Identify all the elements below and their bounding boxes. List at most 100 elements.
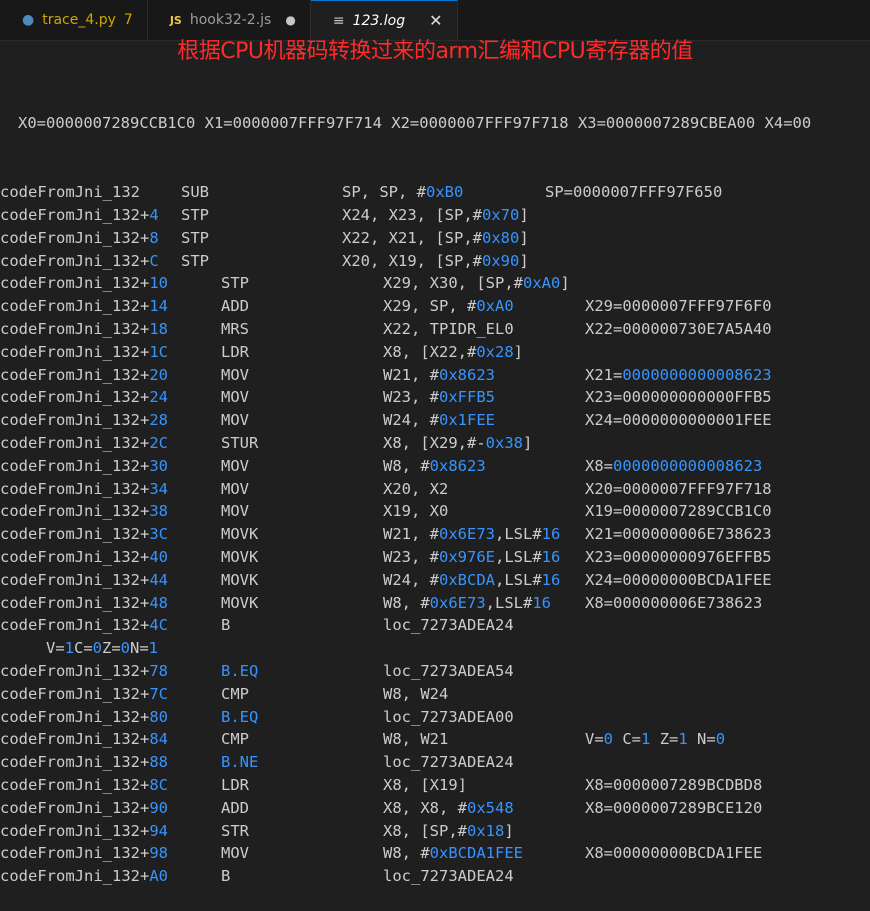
opcode: STP <box>221 274 249 293</box>
trace-line: codeFromJni_132+1C LDR X8, [X22,#0x28] <box>0 341 870 364</box>
function-offset: codeFromJni_132+48 <box>0 593 168 612</box>
offset-value: 8 <box>149 228 159 247</box>
opcode: LDR <box>221 775 249 794</box>
opcode: STUR <box>221 433 259 452</box>
function-offset: codeFromJni_132+44 <box>0 570 168 589</box>
function-offset: codeFromJni_132+C <box>0 251 159 270</box>
close-icon[interactable]: ✕ <box>429 11 442 30</box>
offset-value: 2C <box>149 433 168 452</box>
opcode: STR <box>221 821 249 840</box>
trace-line: codeFromJni_132+28 MOV W24, #0x1FEE X24=000… <box>0 409 870 432</box>
function-offset: codeFromJni_132+4C <box>0 616 168 635</box>
opcode: B.EQ <box>221 707 259 726</box>
trace-line: codeFromJni_132+40 MOVK W23, #0x976E,LSL#1… <box>0 546 870 569</box>
trace-line: codeFromJni_132+4C Bloc_7273ADEA24 <box>0 614 870 637</box>
immediate-value: 0x18 <box>467 821 505 840</box>
register-result: X8=000000006E738623 <box>585 593 763 612</box>
opcode: MOV <box>221 365 249 384</box>
flag-value: 1 <box>64 639 75 658</box>
opcode: SUB <box>181 183 209 202</box>
trace-line: codeFromJni_132+30 MOV W8, #0x8623 X8=00000… <box>0 455 870 478</box>
result-value: 0000000000008623 <box>613 456 763 475</box>
trace-line: codeFromJni_132+7C CMP W8, W24 <box>0 683 870 706</box>
register-result: X8=0000007289BCDBD8 <box>585 775 763 794</box>
operands: W23, #0xFFB5 <box>383 388 495 407</box>
opcode: MOV <box>221 844 249 863</box>
offset-value: 24 <box>149 388 168 407</box>
function-offset: codeFromJni_132+90 <box>0 798 168 817</box>
offset-value: 98 <box>149 844 168 863</box>
trace-line: codeFromJni_132+8C LDR X8, [X19] X8=0000007… <box>0 774 870 797</box>
immediate-value: 0xB0 <box>426 183 464 202</box>
immediate-value: 0x548 <box>467 798 514 817</box>
trace-line: codeFromJni_132+2C STUR X8, [X29,#-0x38] <box>0 432 870 455</box>
offset-value: 1C <box>149 342 168 361</box>
opcode: MOV <box>221 456 249 475</box>
register-result: X8=00000000BCDA1FEE <box>585 844 763 863</box>
register-result: X29=0000007FFF97F6F0 <box>585 297 772 316</box>
function-offset: codeFromJni_132+34 <box>0 479 168 498</box>
offset-value: 28 <box>149 411 168 430</box>
offset-value: 3C <box>149 525 168 544</box>
offset-value: 48 <box>149 593 168 612</box>
function-offset: codeFromJni_132+30 <box>0 456 168 475</box>
opcode: CMP <box>221 730 249 749</box>
trace-line: codeFromJni_132+3C MOVK W21, #0x6E73,LSL#1… <box>0 523 870 546</box>
trace-line: codeFromJni_132 SUB SP, SP, #0xB0 SP=000000… <box>0 181 870 204</box>
immediate-value: 0xA0 <box>522 274 561 293</box>
register-result: X23=000000000000FFB5 <box>585 388 772 407</box>
immediate-value: 0x6E73 <box>439 525 495 544</box>
opcode: STP <box>181 228 209 247</box>
opcode: MOV <box>221 479 249 498</box>
flag-value: 1 <box>641 730 651 749</box>
unsaved-dot-icon: ● <box>285 13 296 27</box>
annotation-overlay: 根据CPU机器码转换过来的arm汇编和CPU寄存器的值 <box>177 39 693 64</box>
offset-value: 80 <box>149 707 168 726</box>
opcode: STP <box>181 205 209 224</box>
function-offset: codeFromJni_132+A0 <box>0 867 168 886</box>
opcode: MOVK <box>221 593 259 612</box>
operands: W21, #0x6E73,LSL#16 <box>383 525 561 544</box>
offset-value: 44 <box>149 570 168 589</box>
operands: X20, X19, [SP,#0x90] <box>342 251 529 270</box>
register-result: SP=0000007FFF97F650 <box>545 183 723 202</box>
register-result: X8=0000007289BCE120 <box>585 798 763 817</box>
offset-value: 90 <box>149 798 168 817</box>
operands: X8, [SP,#0x18] <box>383 821 514 840</box>
function-offset: codeFromJni_132+94 <box>0 821 168 840</box>
trace-lines: codeFromJni_132 SUB SP, SP, #0xB0 SP=000000… <box>0 181 870 888</box>
operands: X8, [X22,#0x28] <box>383 342 523 361</box>
function-offset: codeFromJni_132+28 <box>0 411 168 430</box>
trace-line: codeFromJni_132+88 B.NE loc_7273ADEA24 <box>0 751 870 774</box>
function-offset: codeFromJni_132+3C <box>0 525 168 544</box>
register-result: X21=0000000000008623 <box>585 365 772 384</box>
offset-value: 18 <box>149 319 168 338</box>
javascript-icon: JS <box>169 13 182 27</box>
immediate-value: 0xBCDA <box>439 570 495 589</box>
operands: loc_7273ADEA00 <box>383 707 514 726</box>
shift-value: 16 <box>541 525 561 544</box>
function-offset: codeFromJni_132+7C <box>0 684 168 703</box>
operands: W23, #0x976E,LSL#16 <box>383 547 561 566</box>
immediate-value: 0x8623 <box>429 456 486 475</box>
function-offset: codeFromJni_132+98 <box>0 844 168 863</box>
trace-line: codeFromJni_132+8 STP X22, X21, [SP,#0x80] <box>0 227 870 250</box>
operands: W8, W24 <box>383 684 449 703</box>
opcode: ADD <box>221 297 249 316</box>
immediate-value: 0x38 <box>485 433 523 452</box>
operands: X8, [X29,#-0x38] <box>383 433 533 452</box>
trace-line: codeFromJni_132+98 MOV W8, #0xBCDA1FEE X8=0… <box>0 842 870 865</box>
operands: W24, #0xBCDA,LSL#16 <box>383 570 561 589</box>
immediate-value: 0xBCDA1FEE <box>429 844 523 863</box>
opcode: MOVK <box>221 525 259 544</box>
function-offset: codeFromJni_132+1C <box>0 342 168 361</box>
immediate-value: 0x8623 <box>439 365 495 384</box>
operands: X19, X0 <box>383 502 449 521</box>
flags-line: V= 1 C= 0 Z= 0 N= 1 <box>0 637 870 660</box>
log-content[interactable]: X0=0000007289CCB1C0 X1=0000007FFF97F714 … <box>0 66 870 911</box>
trace-line: codeFromJni_132+34 MOV X20, X2 X20=0000007F… <box>0 478 870 501</box>
opcode: MOV <box>221 411 249 430</box>
python-icon: ● <box>22 12 35 28</box>
offset-value: 84 <box>149 730 168 749</box>
flag-value: 0 <box>715 730 726 749</box>
